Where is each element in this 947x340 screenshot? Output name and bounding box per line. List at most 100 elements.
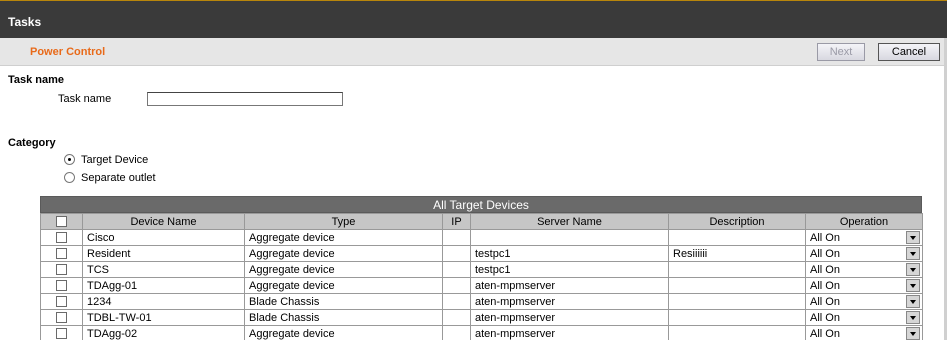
row-checkbox[interactable] <box>56 264 67 276</box>
separate-outlet-label: Separate outlet <box>81 172 156 184</box>
type-cell: Blade Chassis <box>244 293 443 310</box>
type-cell: Aggregate device <box>244 325 443 340</box>
server-name-cell: aten-mpmserver <box>470 309 669 326</box>
type-cell: Aggregate device <box>244 261 443 278</box>
row-checkbox[interactable] <box>56 232 67 244</box>
description-cell <box>668 309 806 326</box>
operation-select[interactable]: All On <box>805 245 923 262</box>
table-row: TDBL-TW-01 Blade Chassis aten-mpmserver … <box>40 309 923 326</box>
title-bar: Tasks <box>0 0 947 38</box>
row-select-cell <box>40 293 83 310</box>
device-name-cell: Cisco <box>82 229 245 246</box>
column-description[interactable]: Description <box>668 213 806 230</box>
column-device-name[interactable]: Device Name <box>82 213 245 230</box>
description-cell <box>668 293 806 310</box>
cancel-button[interactable]: Cancel <box>878 43 940 61</box>
table-row: Cisco Aggregate device All On <box>40 229 923 246</box>
table-row: TDAgg-01 Aggregate device aten-mpmserver… <box>40 277 923 294</box>
table-row: Resident Aggregate device testpc1 Resiii… <box>40 245 923 262</box>
row-select-cell <box>40 229 83 246</box>
server-name-cell: testpc1 <box>470 245 669 262</box>
chevron-down-icon[interactable] <box>906 263 920 276</box>
table-row: 1234 Blade Chassis aten-mpmserver All On <box>40 293 923 310</box>
row-checkbox[interactable] <box>56 312 67 324</box>
select-all-cell <box>40 213 83 230</box>
row-select-cell <box>40 309 83 326</box>
target-devices-table: All Target Devices Device Name Type IP S… <box>40 196 923 340</box>
description-cell <box>668 229 806 246</box>
ip-cell <box>442 277 471 294</box>
page-title: Tasks <box>8 15 42 29</box>
ip-cell <box>442 309 471 326</box>
select-all-checkbox[interactable] <box>56 216 67 228</box>
chevron-down-icon[interactable] <box>906 279 920 292</box>
device-name-cell: Resident <box>82 245 245 262</box>
chevron-down-icon[interactable] <box>906 311 920 324</box>
description-cell <box>668 325 806 340</box>
task-name-input[interactable] <box>147 92 343 106</box>
operation-select[interactable]: All On <box>805 325 923 340</box>
ip-cell <box>442 261 471 278</box>
device-name-cell: TDAgg-01 <box>82 277 245 294</box>
server-name-cell: aten-mpmserver <box>470 325 669 340</box>
operation-value: All On <box>810 247 840 260</box>
section-title: Power Control <box>30 46 106 58</box>
type-cell: Aggregate device <box>244 277 443 294</box>
row-select-cell <box>40 261 83 278</box>
row-select-cell <box>40 325 83 340</box>
target-device-radio[interactable] <box>64 154 75 165</box>
type-cell: Aggregate device <box>244 245 443 262</box>
table-row: TDAgg-02 Aggregate device aten-mpmserver… <box>40 325 923 340</box>
operation-value: All On <box>810 279 840 292</box>
type-cell: Aggregate device <box>244 229 443 246</box>
operation-value: All On <box>810 231 840 244</box>
chevron-down-icon[interactable] <box>906 231 920 244</box>
next-button[interactable]: Next <box>817 43 865 61</box>
table-row: TCS Aggregate device testpc1 All On <box>40 261 923 278</box>
server-name-cell: aten-mpmserver <box>470 277 669 294</box>
column-server-name[interactable]: Server Name <box>470 213 669 230</box>
operation-select[interactable]: All On <box>805 293 923 310</box>
ip-cell <box>442 245 471 262</box>
device-name-cell: TDAgg-02 <box>82 325 245 340</box>
chevron-down-icon[interactable] <box>906 327 920 340</box>
operation-select[interactable]: All On <box>805 261 923 278</box>
operation-select[interactable]: All On <box>805 277 923 294</box>
row-checkbox[interactable] <box>56 248 67 260</box>
type-cell: Blade Chassis <box>244 309 443 326</box>
operation-value: All On <box>810 327 840 340</box>
description-cell <box>668 277 806 294</box>
device-name-cell: TDBL-TW-01 <box>82 309 245 326</box>
ip-cell <box>442 293 471 310</box>
task-name-heading: Task name <box>8 74 65 86</box>
column-ip[interactable]: IP <box>442 213 471 230</box>
server-name-cell <box>470 229 669 246</box>
table-caption: All Target Devices <box>40 196 922 213</box>
server-name-cell: testpc1 <box>470 261 669 278</box>
description-cell <box>668 261 806 278</box>
row-select-cell <box>40 277 83 294</box>
table-header-row: Device Name Type IP Server Name Descript… <box>40 213 923 230</box>
operation-value: All On <box>810 263 840 276</box>
separate-outlet-radio[interactable] <box>64 172 75 183</box>
target-device-label: Target Device <box>81 154 149 166</box>
operation-value: All On <box>810 295 840 308</box>
ip-cell <box>442 229 471 246</box>
ip-cell <box>442 325 471 340</box>
operation-select[interactable]: All On <box>805 229 923 246</box>
column-type[interactable]: Type <box>244 213 443 230</box>
row-select-cell <box>40 245 83 262</box>
description-cell: Resiiiiii <box>668 245 806 262</box>
operation-select[interactable]: All On <box>805 309 923 326</box>
category-heading: Category <box>8 137 56 149</box>
device-name-cell: 1234 <box>82 293 245 310</box>
chevron-down-icon[interactable] <box>906 295 920 308</box>
task-name-label: Task name <box>58 93 112 105</box>
row-checkbox[interactable] <box>56 328 67 340</box>
section-bar: Power Control Next Cancel <box>0 38 947 66</box>
device-name-cell: TCS <box>82 261 245 278</box>
row-checkbox[interactable] <box>56 280 67 292</box>
row-checkbox[interactable] <box>56 296 67 308</box>
chevron-down-icon[interactable] <box>906 247 920 260</box>
column-operation[interactable]: Operation <box>805 213 923 230</box>
